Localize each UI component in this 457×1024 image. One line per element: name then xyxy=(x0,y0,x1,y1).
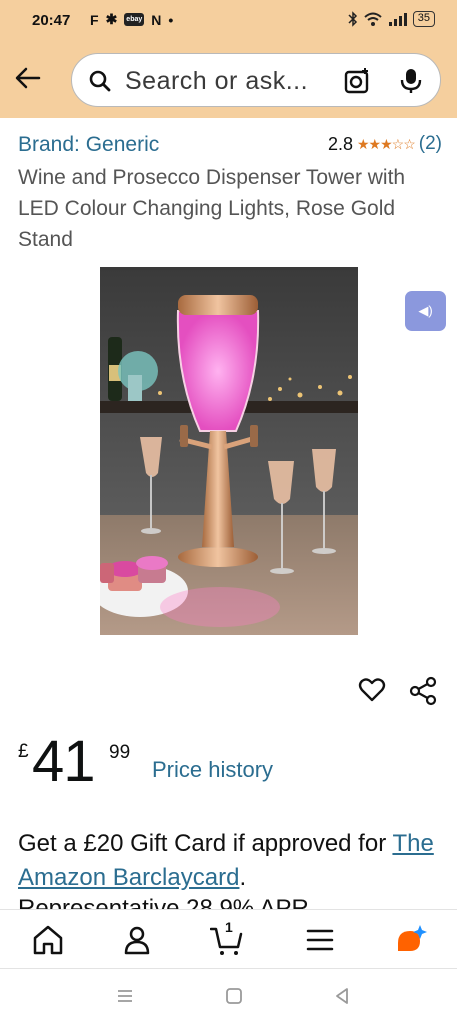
search-icon xyxy=(89,70,111,92)
status-system-icons: 35 xyxy=(348,11,435,27)
speaker-icon: ◀) xyxy=(418,303,433,318)
notification-dot-icon: • xyxy=(168,11,174,28)
gift-card-end: . xyxy=(239,864,247,891)
status-notification-icons: F ✱ ebay N • xyxy=(90,11,173,28)
brand-rating-row: Brand: Generic 2.8 ★★★☆☆ (2) xyxy=(18,133,442,159)
notification-netflix-icon: N xyxy=(151,11,162,28)
cart-count: 1 xyxy=(225,919,233,935)
account-icon[interactable] xyxy=(120,923,154,957)
signal-icon xyxy=(388,13,407,26)
cart-button[interactable]: 1 xyxy=(209,919,244,957)
recent-apps-icon[interactable] xyxy=(116,987,134,1005)
heart-icon[interactable] xyxy=(358,676,386,704)
rating-value: 2.8 xyxy=(327,133,353,154)
rating-summary[interactable]: 2.8 ★★★☆☆ (2) xyxy=(328,133,442,155)
home-icon[interactable] xyxy=(31,923,65,957)
rufus-icon[interactable] xyxy=(394,923,428,957)
product-photo-illustration xyxy=(100,267,358,635)
bottom-nav: 1 xyxy=(0,909,457,969)
price-history-link[interactable]: Price history xyxy=(152,757,273,783)
app-header: Search or ask... xyxy=(0,42,457,118)
battery-icon: 35 xyxy=(412,11,435,27)
home-square-icon[interactable] xyxy=(225,987,243,1005)
star-rating-icon: ★★★☆☆ xyxy=(357,135,416,152)
brand-link[interactable]: Brand: Generic xyxy=(18,133,159,157)
audio-description-button[interactable]: ◀) xyxy=(405,291,446,331)
notification-f-icon: F xyxy=(90,11,99,28)
price-fraction: 99 xyxy=(109,742,131,763)
price-whole: 41 xyxy=(32,729,96,794)
share-icon[interactable] xyxy=(408,676,438,706)
review-count[interactable]: (2) xyxy=(419,133,442,155)
back-triangle-icon[interactable] xyxy=(333,987,351,1005)
menu-icon[interactable] xyxy=(303,923,337,957)
system-nav-bar xyxy=(0,969,457,1024)
notification-ebay-icon: ebay xyxy=(124,13,145,26)
apr-text: Representative 28.9% APR xyxy=(18,897,309,909)
wifi-icon xyxy=(364,12,382,26)
microphone-icon[interactable] xyxy=(399,67,423,95)
product-image[interactable] xyxy=(100,267,358,635)
arrow-left-icon[interactable] xyxy=(14,64,42,92)
gift-card-offer: Get a £20 Gift Card if approved for The … xyxy=(18,827,443,895)
status-bar: 20:47 F ✱ ebay N • 35 xyxy=(0,0,457,42)
product-title: Wine and Prosecco Dispenser Tower with L… xyxy=(18,166,406,251)
price-currency: £ xyxy=(18,741,29,762)
bluetooth-icon xyxy=(348,11,357,27)
gift-card-text: Get a £20 Gift Card if approved for xyxy=(18,830,393,857)
search-bar[interactable]: Search or ask... xyxy=(71,53,441,107)
status-time: 20:47 xyxy=(32,12,71,29)
search-input[interactable]: Search or ask... xyxy=(125,67,308,96)
camera-lens-icon[interactable] xyxy=(343,67,371,95)
notification-pinwheel-icon: ✱ xyxy=(105,11,118,27)
